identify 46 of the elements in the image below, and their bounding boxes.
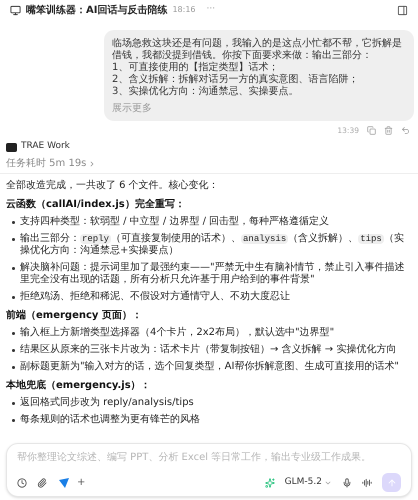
arrow-up-icon [386,478,396,488]
paragraph-text: 全部改造完成，一共改了 6 个文件。核心变化： [6,180,220,192]
chat-time: 18:16 [172,4,196,16]
message-text: 1、可直接使用的【指定类型】话术； [112,62,280,74]
bullet-icon [12,332,15,335]
message-text: 2、含义拆解：拆解对话另一方的真实意图、语言陷阱； [112,74,360,86]
microphone-icon[interactable] [342,478,352,488]
undo-icon[interactable] [401,126,410,136]
bullet-icon [12,418,15,422]
chat-title: 嘴笨训练器：AI回话与反击陪练 [26,4,168,18]
bullet-text: 拒绝鸡汤、拒绝和稀泥、不假设对方通情守人、不劝大度忍让 [20,290,290,303]
attach-icon[interactable] [37,478,47,488]
assistant-name: TRAE Work [21,140,70,154]
bullet-icon [12,220,15,224]
task-duration[interactable]: 任务耗时 5m 19s [6,158,86,170]
add-button[interactable]: + [77,475,86,490]
message-input[interactable]: 帮你整理论文综述、编写 PPT、分析 Excel 等日常工作，输出专业级工作成果。 + GLM-5.2 [6,443,412,497]
delete-icon[interactable] [384,126,393,136]
bullet-text: 每条规则的话术也调整为更有锋芒的风格 [20,414,200,426]
clock-icon[interactable] [17,478,27,488]
bullet-icon [12,296,15,299]
bullet-icon [12,402,15,405]
bullet-text: 输出三部分： reply （可直接复制使用的话术）、 analysis （含义拆解）、 tips （实操优化方向：沟通禁忌+实操要点） [20,232,405,257]
assistant-logo-icon [6,142,17,152]
bullet-icon [12,366,15,369]
bullet-icon [12,348,15,352]
bullet-text: 结果区从原来的三张卡片改为：话术卡片（带复制按钮）→ 含义拆解 → 实操优化方向 [20,344,396,356]
section-heading: 本地兜底（emergency.js）： [6,380,152,392]
sparkle-icon [264,478,275,488]
panel-toggle-icon[interactable] [397,4,408,16]
message-text: 临场急救这块还是有问题，我输入的是这点小忙都不帮，它拆解是借钱，我都没提到借钱。你按下面要求来做：输出三部分： [112,38,403,62]
chat-icon [10,4,21,16]
bullet-text: 输入框上方新增类型选择器（4个卡片，2x2布局），默认选中"边界型" [20,326,334,339]
section-heading: 前端（emergency 页面）： [6,310,143,322]
section-heading: 云函数（callAI/index.js）完全重写： [6,198,186,211]
bullet-text: 副标题更新为"输入对方的话，选个回复类型，AI帮你拆解意图、生成可直接用的话术" [20,360,399,373]
model-selector[interactable]: GLM-5.2 [284,476,332,490]
app-logo-icon[interactable] [57,476,71,490]
message-text: 3、实操优化方向：沟通禁忌、实操要点。 [112,86,300,98]
bullet-icon [12,238,15,241]
bullet-text: 解决脑补问题：提示词里加了最强约束——"严禁无中生有脑补情节，禁止引入事件描述里完全没有出现的话题，所有分析只允许基于用户给到的事件背景" [20,262,406,286]
bullet-text: 返回格式同步改为 reply/analysis/tips [20,396,194,409]
voice-icon[interactable] [362,478,372,488]
copy-icon[interactable] [367,126,376,136]
bullet-text: 支持四种类型：软弱型 / 中立型 / 边界型 / 回击型，每种严格遵循定义 [20,216,330,228]
bullet-icon [12,266,15,270]
